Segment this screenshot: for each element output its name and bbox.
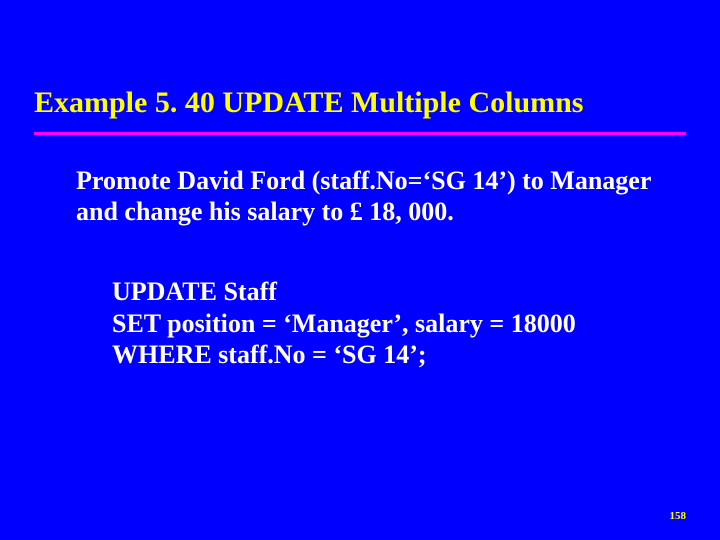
description-line-1: Promote David Ford (staff.No=‘SG 14’) to… bbox=[76, 166, 666, 197]
sql-line-3: WHERE staff.No = ‘SG 14’; bbox=[112, 339, 672, 371]
sql-line-1: UPDATE Staff bbox=[112, 276, 672, 308]
title-underline bbox=[34, 132, 686, 135]
sql-line-2: SET position = ‘Manager’, salary = 18000 bbox=[112, 308, 672, 340]
slide: Example 5. 40 UPDATE Multiple Columns Pr… bbox=[0, 0, 720, 540]
page-number: 158 bbox=[670, 510, 687, 522]
title-area: Example 5. 40 UPDATE Multiple Columns bbox=[34, 86, 686, 121]
sql-code-block: UPDATE Staff SET position = ‘Manager’, s… bbox=[112, 276, 672, 371]
description-line-2: and change his salary to £ 18, 000. bbox=[76, 197, 666, 228]
description-block: Promote David Ford (staff.No=‘SG 14’) to… bbox=[76, 166, 666, 227]
slide-title: Example 5. 40 UPDATE Multiple Columns bbox=[34, 86, 686, 121]
